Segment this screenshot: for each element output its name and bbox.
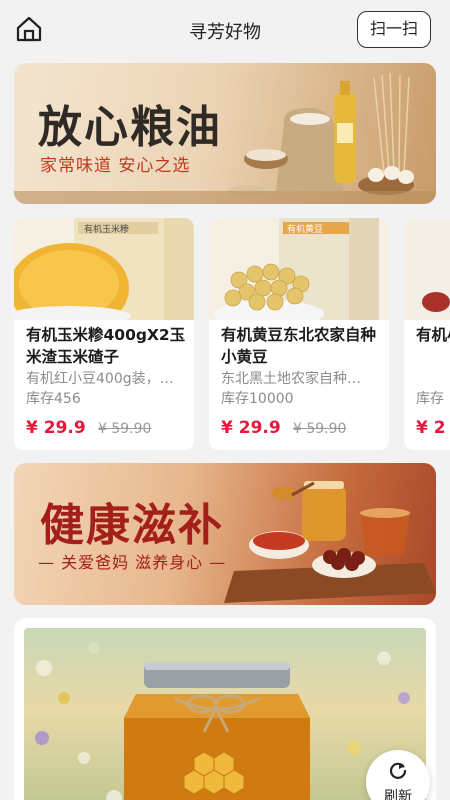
product-image: 有机玉米糁 <box>14 218 194 320</box>
product-name: 有机玉米糁400gX2玉米渣玉米碴子 <box>26 326 186 366</box>
refresh-label: 刷新 <box>384 789 412 800</box>
refresh-icon <box>388 760 408 780</box>
grain-oil-banner[interactable]: 放心粮油 家常味道 安心之选 <box>14 63 436 204</box>
product-original-price: ¥ 59.90 <box>98 421 152 437</box>
product-card[interactable]: 有机小豆 库存 ¥ 2 <box>404 218 450 450</box>
product-carousel[interactable]: 有机玉米糁 有机玉米糁400gX2玉米渣玉米碴子 有机红小豆400g装，… 库存… <box>14 218 450 450</box>
banner-subtitle: 家常味道 安心之选 <box>40 156 191 176</box>
featured-product-image <box>24 628 426 800</box>
product-name: 有机小豆 <box>416 326 450 344</box>
product-original-price: ¥ 59.90 <box>293 421 347 437</box>
product-stock: 库存10000 <box>221 391 294 407</box>
health-tonic-banner[interactable]: 健康滋补 — 关爱爸妈 滋养身心 — <box>14 463 436 605</box>
banner-subtitle: — 关爱爸妈 滋养身心 — <box>38 553 227 572</box>
scan-button[interactable]: 扫一扫 <box>357 11 431 48</box>
product-card[interactable]: 有机黄豆 有机黄豆东北农家自种小黄豆 东北黑土地农家自种… 库存10000 ¥ … <box>209 218 389 450</box>
product-card[interactable]: 有机玉米糁 有机玉米糁400gX2玉米渣玉米碴子 有机红小豆400g装，… 库存… <box>14 218 194 450</box>
product-description: 有机红小豆400g装，… <box>26 371 174 387</box>
product-price: ¥ 29.9 <box>26 418 86 438</box>
product-name: 有机黄豆东北农家自种小黄豆 <box>221 326 377 366</box>
product-price: ¥ 29.9 <box>221 418 281 438</box>
product-stock: 库存456 <box>26 391 81 407</box>
package-label: 有机黄豆 <box>287 223 323 235</box>
product-price: ¥ 2 <box>416 418 446 438</box>
product-description: 库存 <box>416 391 444 407</box>
top-bar: 寻芳好物 扫一扫 <box>0 0 450 60</box>
banner-title: 放心粮油 <box>38 102 222 153</box>
package-label: 有机玉米糁 <box>84 223 129 235</box>
product-image: 有机黄豆 <box>209 218 389 320</box>
banner-title: 健康滋补 <box>40 500 224 551</box>
product-description: 东北黑土地农家自种… <box>221 371 361 387</box>
product-image <box>404 218 450 320</box>
